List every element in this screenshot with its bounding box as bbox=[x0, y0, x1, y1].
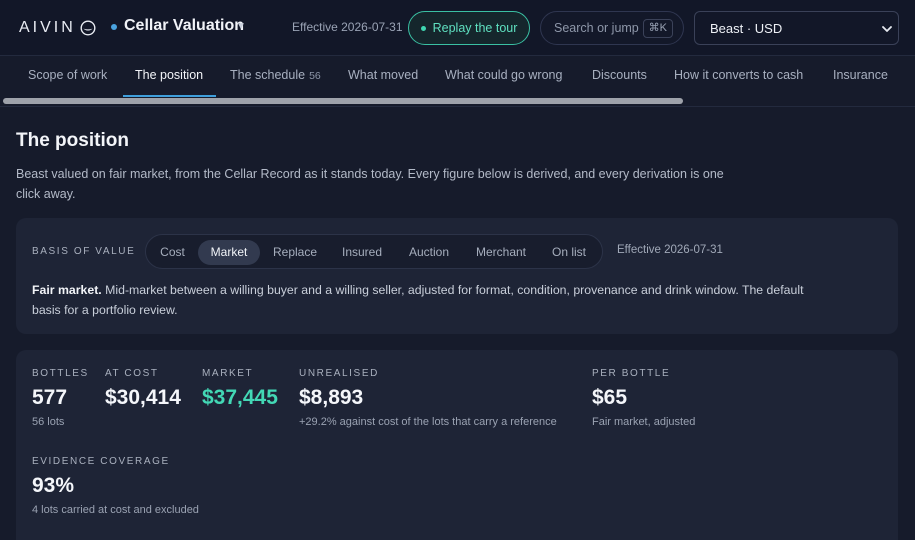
tab-discounts[interactable]: Discounts bbox=[592, 68, 647, 82]
stat-bottles[interactable]: BOTTLES 577 56 lots bbox=[32, 368, 89, 428]
app-status-dot bbox=[111, 24, 117, 30]
tab-count-badge: 56 bbox=[309, 70, 321, 82]
stat-label: AT COST bbox=[105, 368, 159, 379]
position-summary-panel: BOTTLES 577 56 lots AT COST $30,414 MARK… bbox=[16, 350, 898, 540]
basis-description-title: Fair market. bbox=[32, 283, 102, 297]
stat-label: BOTTLES bbox=[32, 368, 89, 379]
portfolio-currency-value: Beast · USD bbox=[710, 20, 783, 36]
stat-subtext: +29.2% against cost of the lots that car… bbox=[299, 416, 557, 428]
tab-the-schedule[interactable]: The schedule 56 bbox=[230, 68, 321, 82]
basis-segmented-control: Cost Market Replace Insured Auction Merc… bbox=[145, 234, 603, 269]
tab-the-position[interactable]: The position bbox=[135, 68, 203, 82]
stat-evidence-coverage[interactable]: EVIDENCE COVERAGE 93% 4 lots carried at … bbox=[32, 456, 199, 516]
basis-of-value-panel: BASIS OF VALUE Cost Market Replace Insur… bbox=[16, 218, 898, 334]
tab-scope-of-work[interactable]: Scope of work bbox=[28, 68, 107, 82]
basis-option-replace[interactable]: Replace bbox=[266, 240, 324, 265]
basis-option-auction[interactable]: Auction bbox=[400, 240, 458, 265]
app-title[interactable]: Cellar Valuation bbox=[124, 17, 244, 35]
tabs-scrollbar[interactable] bbox=[0, 97, 915, 107]
stat-label: MARKET bbox=[202, 368, 254, 379]
stat-label: EVIDENCE COVERAGE bbox=[32, 456, 170, 467]
stat-value: $30,414 bbox=[105, 386, 181, 409]
basis-description: Fair market. Mid-market between a willin… bbox=[32, 280, 822, 320]
tab-what-could-go-wrong[interactable]: What could go wrong bbox=[445, 68, 562, 82]
section-tabs: Scope of work The position The schedule 5… bbox=[0, 55, 915, 98]
basis-label: BASIS OF VALUE bbox=[32, 246, 136, 257]
page-title: The position bbox=[16, 130, 129, 151]
chevron-down-icon bbox=[882, 26, 892, 32]
page-intro: Beast valued on fair market, from the Ce… bbox=[16, 167, 724, 201]
tour-dot-icon bbox=[420, 25, 426, 31]
search-placeholder: Search or jump bbox=[554, 21, 639, 35]
stat-value: $37,445 bbox=[202, 386, 278, 409]
basis-description-body: Mid-market between a willing buyer and a… bbox=[32, 283, 804, 317]
stat-subtext: Fair market, adjusted bbox=[592, 416, 696, 428]
stat-subtext: 4 lots carried at cost and excluded bbox=[32, 504, 199, 516]
scrollbar-thumb[interactable] bbox=[3, 98, 683, 104]
stat-at-cost[interactable]: AT COST $30,414 bbox=[105, 368, 181, 410]
portfolio-currency-select[interactable]: Beast · USD bbox=[694, 11, 899, 45]
chevron-down-icon[interactable]: ▼ bbox=[236, 21, 246, 32]
keyboard-shortcut-badge: ⌘K bbox=[642, 19, 673, 38]
stat-value: 93% bbox=[32, 474, 75, 497]
stat-label: UNREALISED bbox=[299, 368, 379, 379]
basis-option-insured[interactable]: Insured bbox=[332, 240, 392, 265]
stat-unrealised[interactable]: UNREALISED $8,893 +29.2% against cost of… bbox=[299, 368, 557, 428]
stat-subtext: 56 lots bbox=[32, 416, 65, 428]
wine-glass-icon bbox=[80, 20, 96, 36]
tab-how-it-converts-to-cash[interactable]: How it converts to cash bbox=[674, 68, 803, 82]
tab-what-moved[interactable]: What moved bbox=[348, 68, 418, 82]
stat-value: 577 bbox=[32, 386, 68, 409]
brand-logo[interactable]: AIVIN bbox=[19, 19, 96, 37]
basis-effective-date: Effective 2026-07-31 bbox=[617, 244, 723, 256]
stat-per-bottle[interactable]: PER BOTTLE $65 Fair market, adjusted bbox=[592, 368, 695, 428]
brand-wordmark: AIVIN bbox=[19, 19, 76, 36]
stat-value: $65 bbox=[592, 386, 628, 409]
top-bar: AIVIN Cellar Valuation ▼ Effective 2026-… bbox=[0, 0, 915, 55]
tab-the-schedule-label: The schedule bbox=[230, 68, 306, 82]
replay-tour-label: Replay the tour bbox=[432, 21, 518, 35]
effective-date: Effective 2026-07-31 bbox=[292, 20, 403, 34]
search-input[interactable]: Search or jump ⌘K bbox=[540, 11, 684, 45]
basis-option-on-list[interactable]: On list bbox=[542, 240, 596, 265]
basis-option-market[interactable]: Market bbox=[198, 240, 260, 265]
stat-value: $8,893 bbox=[299, 386, 364, 409]
stat-market[interactable]: MARKET $37,445 bbox=[202, 368, 278, 410]
replay-tour-button[interactable]: Replay the tour bbox=[408, 11, 530, 45]
stat-label: PER BOTTLE bbox=[592, 368, 671, 379]
tab-insurance[interactable]: Insurance bbox=[833, 68, 888, 82]
basis-option-merchant[interactable]: Merchant bbox=[468, 240, 534, 265]
basis-option-cost[interactable]: Cost bbox=[154, 240, 191, 265]
